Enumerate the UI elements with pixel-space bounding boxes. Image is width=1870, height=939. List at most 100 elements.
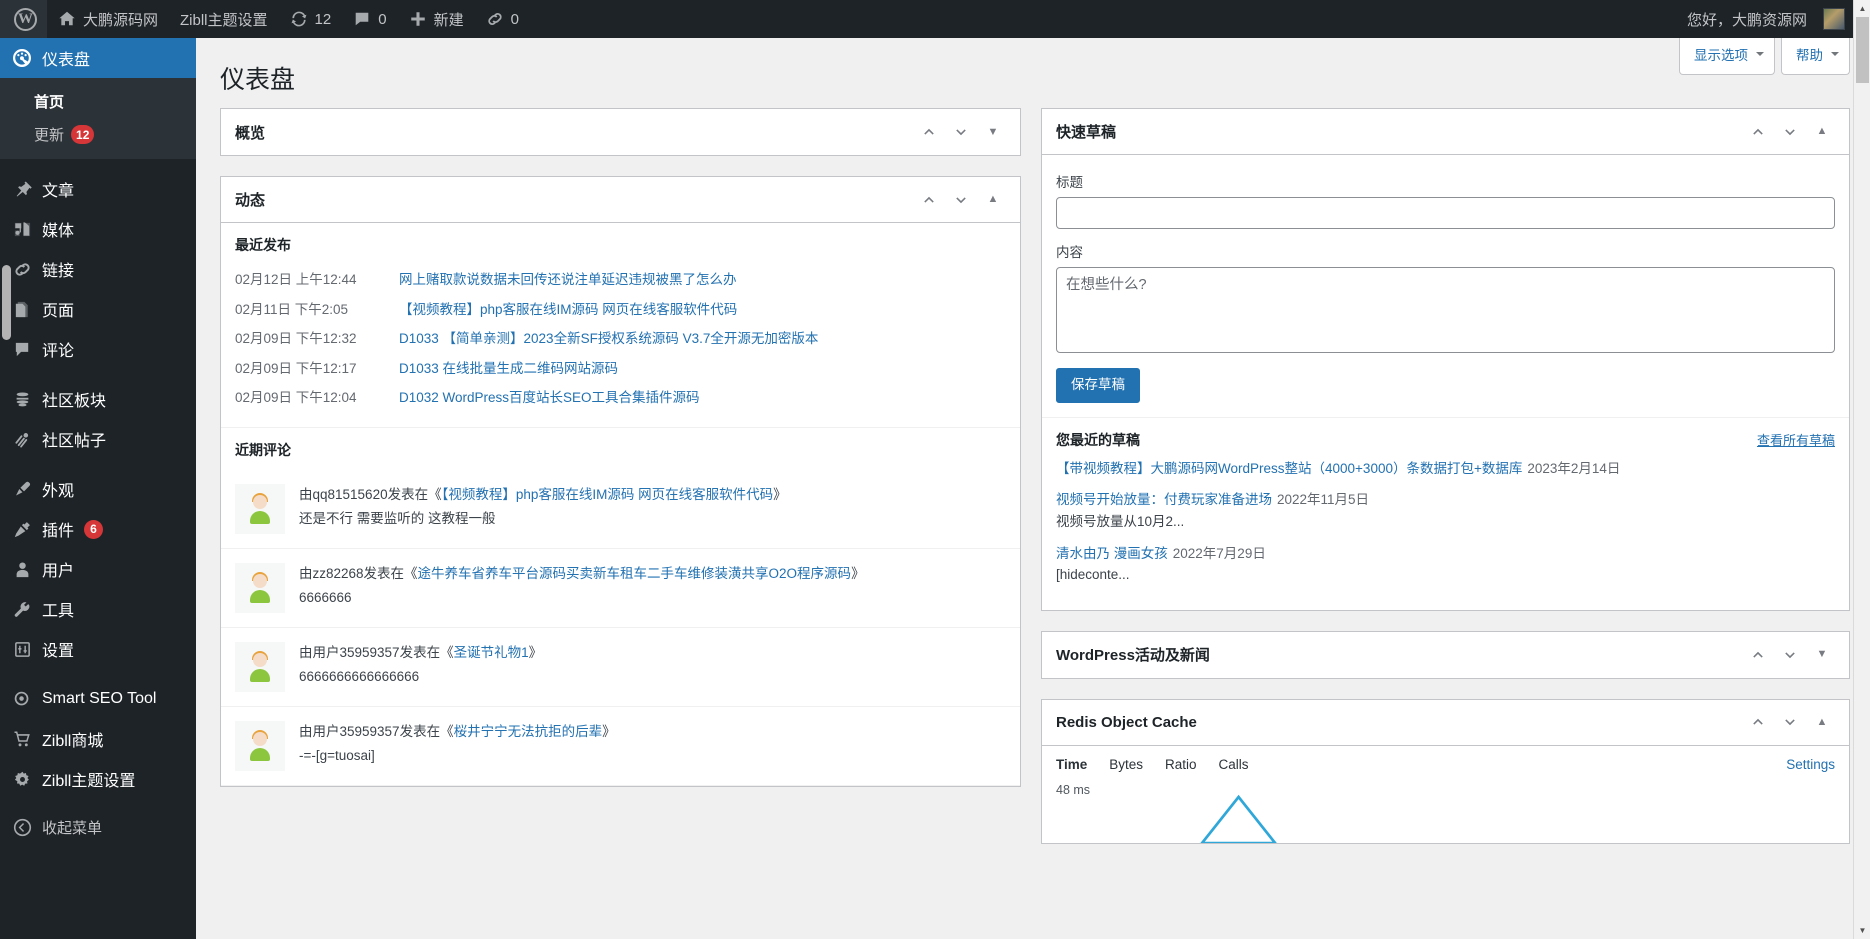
menu-separator [0,669,196,679]
community-post-icon [12,429,32,449]
sidebar-item-plugins[interactable]: 插件 6 [0,509,196,549]
move-down-icon[interactable] [946,183,976,217]
draft-title-link[interactable]: 【带视频教程】大鹏源码网WordPress整站（4000+3000）条数据打包+… [1056,461,1522,476]
widget-activity-title: 动态 [235,189,914,210]
widget-activity-actions: ▲ [914,183,1008,217]
toggle-panel-icon[interactable]: ▼ [978,115,1008,149]
updates-button[interactable]: 12 [279,0,343,38]
sidebar-item-users[interactable]: 用户 [0,549,196,589]
sidebar-item-posts[interactable]: 文章 [0,169,196,209]
draft-title-link[interactable]: 清水由乃 漫画女孩 [1056,546,1168,561]
published-title-link[interactable]: 【视频教程】php客服在线IM源码 网页在线客服软件代码 [399,299,737,321]
redis-settings-link[interactable]: Settings [1786,757,1835,772]
published-row: 02月09日 下午12:32 D1033 【简单亲测】2023全新SF授权系统源… [235,324,1006,354]
new-content-button[interactable]: 新建 [398,0,475,38]
comments-button[interactable]: 0 [342,0,397,38]
comment-post-link[interactable]: 圣诞节礼物1 [454,645,529,660]
published-title-link[interactable]: 网上赌取款说数据未回传还说注单延迟违规被黑了怎么办 [399,269,737,291]
move-down-icon[interactable] [946,115,976,149]
move-up-icon[interactable] [914,183,944,217]
draft-date: 2022年11月5日 [1277,492,1369,507]
published-title-link[interactable]: D1033 在线批量生成二维码网站源码 [399,358,618,380]
view-all-drafts-link[interactable]: 查看所有草稿 [1757,430,1835,449]
move-down-icon[interactable] [1775,705,1805,739]
theme-settings-button[interactable]: Zibll主题设置 [169,0,279,38]
seo-target-icon [12,689,32,709]
move-down-icon[interactable] [1775,638,1805,672]
menu-separator [0,799,196,809]
help-toggle[interactable]: 帮助 [1781,38,1850,75]
published-title-link[interactable]: D1033 【简单亲测】2023全新SF授权系统源码 V3.7全开源无加密版本 [399,328,818,350]
sidebar-item-appearance[interactable]: 外观 [0,469,196,509]
draft-content-label: 内容 [1056,241,1835,261]
sidebar-item-smart-seo-tool-label: Smart SEO Tool [42,690,156,708]
sidebar-item-media[interactable]: 媒体 [0,209,196,249]
draft-title-input[interactable] [1056,197,1835,229]
draft-excerpt: 视频号放量从10月2... [1056,511,1835,533]
link-count-button[interactable]: 0 [475,0,530,38]
toggle-panel-icon[interactable]: ▼ [1807,638,1837,672]
move-up-icon[interactable] [914,115,944,149]
sidebar-item-smart-seo-tool[interactable]: Smart SEO Tool [0,679,196,719]
comment-body: 由用户35959357发表在《圣诞节礼物1》 6666666666666666 [299,642,1006,692]
sidebar-subitem-home[interactable]: 首页 [0,85,196,118]
move-up-icon[interactable] [1743,115,1773,149]
sidebar-item-community-board[interactable]: 社区板块 [0,379,196,419]
tab-bytes[interactable]: Bytes [1109,757,1143,772]
display-options-toggle[interactable]: 显示选项 [1679,38,1775,75]
draft-title-link[interactable]: 视频号开始放量：付费玩家准备进场 [1056,492,1272,507]
collapse-menu-button[interactable]: 收起菜单 [0,809,196,845]
my-account-button[interactable]: 您好，大鹏资源网 [1676,0,1856,38]
draft-row: 清水由乃 漫画女孩2022年7月29日 [hideconte... [1056,543,1835,586]
sidebar-item-community-post[interactable]: 社区帖子 [0,419,196,459]
comment-post-link[interactable]: 途牛养车省养车平台源码买卖新车租车二手车维修装潢共享O2O程序源码 [418,566,852,581]
wordpress-logo-button[interactable]: W [0,0,47,38]
user-icon [12,559,32,579]
scrollbar-thumb[interactable] [1856,17,1869,83]
published-title-link[interactable]: D1032 WordPress百度站长SEO工具合集插件源码 [399,387,700,409]
toggle-panel-icon[interactable]: ▲ [978,183,1008,217]
move-up-icon[interactable] [1743,705,1773,739]
greeting-label: 您好，大鹏资源网 [1687,9,1807,30]
recent-drafts-heading: 您最近的草稿 [1056,430,1757,450]
published-date: 02月09日 下午12:17 [235,358,399,380]
link-chain-icon [486,10,504,28]
sidebar-item-zibll-shop[interactable]: Zibll商城 [0,719,196,759]
inner-scrollbar-thumb[interactable] [2,265,11,340]
dashboard-column-right: 快速草稿 ▲ 标题 [1035,108,1850,864]
sidebar-item-comments[interactable]: 评论 [0,329,196,369]
widget-overview-actions: ▼ [914,115,1008,149]
comment-post-link[interactable]: 【视频教程】php客服在线IM源码 网页在线客服软件代码 [442,487,774,502]
draft-content-textarea[interactable] [1056,267,1835,353]
move-down-icon[interactable] [1775,115,1805,149]
tab-time[interactable]: Time [1056,757,1087,772]
page-scrollbar[interactable]: ▲ ▼ [1853,0,1870,939]
tab-ratio[interactable]: Ratio [1165,757,1197,772]
settings-sliders-icon [12,639,32,659]
sidebar-item-zibll-theme-settings[interactable]: Zibll主题设置 [0,759,196,799]
sidebar-item-pages[interactable]: 页面 [0,289,196,329]
widget-quick-draft: 快速草稿 ▲ 标题 [1041,108,1850,611]
move-up-icon[interactable] [1743,638,1773,672]
widget-redis-body: Time Bytes Ratio Calls Settings 48 ms [1042,746,1849,843]
toggle-panel-icon[interactable]: ▲ [1807,705,1837,739]
sidebar-item-tools[interactable]: 工具 [0,589,196,629]
save-draft-button[interactable]: 保存草稿 [1056,368,1140,403]
comment-post-link[interactable]: 桜井宁宁无法抗拒的后辈 [454,724,603,739]
sidebar-item-dashboard[interactable]: 仪表盘 [0,38,196,78]
sidebar-item-settings[interactable]: 设置 [0,629,196,669]
comment-author-prefix: 由用户35959357发表在《 [299,724,454,739]
scroll-down-arrow-icon[interactable]: ▼ [1854,922,1870,939]
sidebar-item-tools-label: 工具 [42,597,74,621]
sidebar-subitem-updates[interactable]: 更新 12 [0,118,196,151]
toggle-panel-icon[interactable]: ▲ [1807,115,1837,149]
site-name-button[interactable]: 大鹏源码网 [47,0,169,38]
widget-overview: 概览 ▼ [220,108,1021,156]
comment-excerpt: -=-[g=tuosai] [299,745,1006,768]
sidebar-item-dashboard-label: 仪表盘 [42,46,90,70]
tab-calls[interactable]: Calls [1219,757,1249,772]
avatar [235,721,285,771]
draft-row: 视频号开始放量：付费玩家准备进场 2022年11月5日 视频号放量从10月2... [1056,489,1835,532]
sidebar-item-links[interactable]: 链接 [0,249,196,289]
scroll-up-arrow-icon[interactable]: ▲ [1854,0,1870,17]
